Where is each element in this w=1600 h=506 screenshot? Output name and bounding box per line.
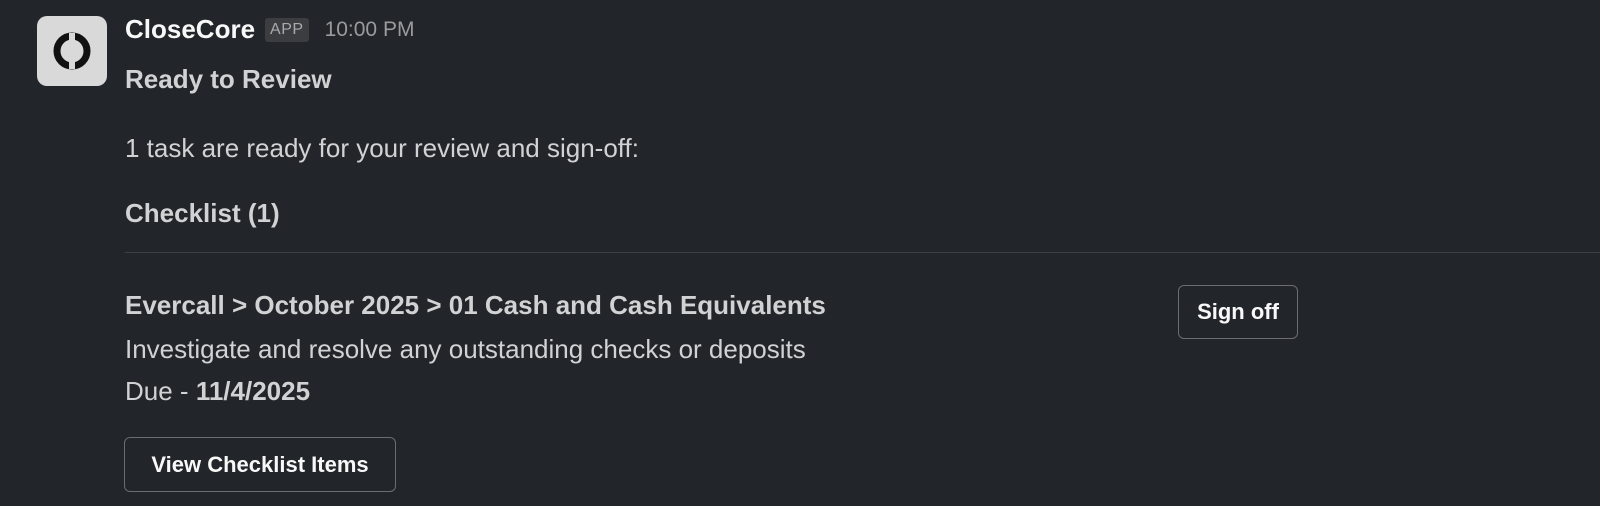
due-date: 11/4/2025 bbox=[195, 376, 311, 406]
avatar[interactable] bbox=[37, 16, 107, 86]
message-header: CloseCore APP 10:00 PM bbox=[125, 14, 414, 45]
task-path: Evercall > October 2025 > 01 Cash and Ca… bbox=[125, 290, 826, 320]
sign-off-button[interactable]: Sign off bbox=[1178, 285, 1298, 339]
sender-name[interactable]: CloseCore bbox=[125, 14, 255, 45]
view-checklist-items-button[interactable]: View Checklist Items bbox=[124, 437, 396, 492]
task-due: Due - 11/4/2025 bbox=[125, 376, 310, 407]
app-badge: APP bbox=[265, 17, 309, 42]
message-title: Ready to Review bbox=[125, 64, 332, 94]
divider bbox=[125, 252, 1600, 253]
timestamp[interactable]: 10:00 PM bbox=[325, 18, 415, 42]
checklist-heading: Checklist (1) bbox=[125, 198, 280, 228]
due-label: Due - bbox=[125, 376, 196, 406]
message: CloseCore APP 10:00 PM Ready to Review 1… bbox=[0, 0, 1600, 506]
closecore-logo-icon bbox=[53, 32, 91, 70]
message-intro: 1 task are ready for your review and sig… bbox=[125, 133, 639, 163]
task-description: Investigate and resolve any outstanding … bbox=[125, 334, 806, 364]
